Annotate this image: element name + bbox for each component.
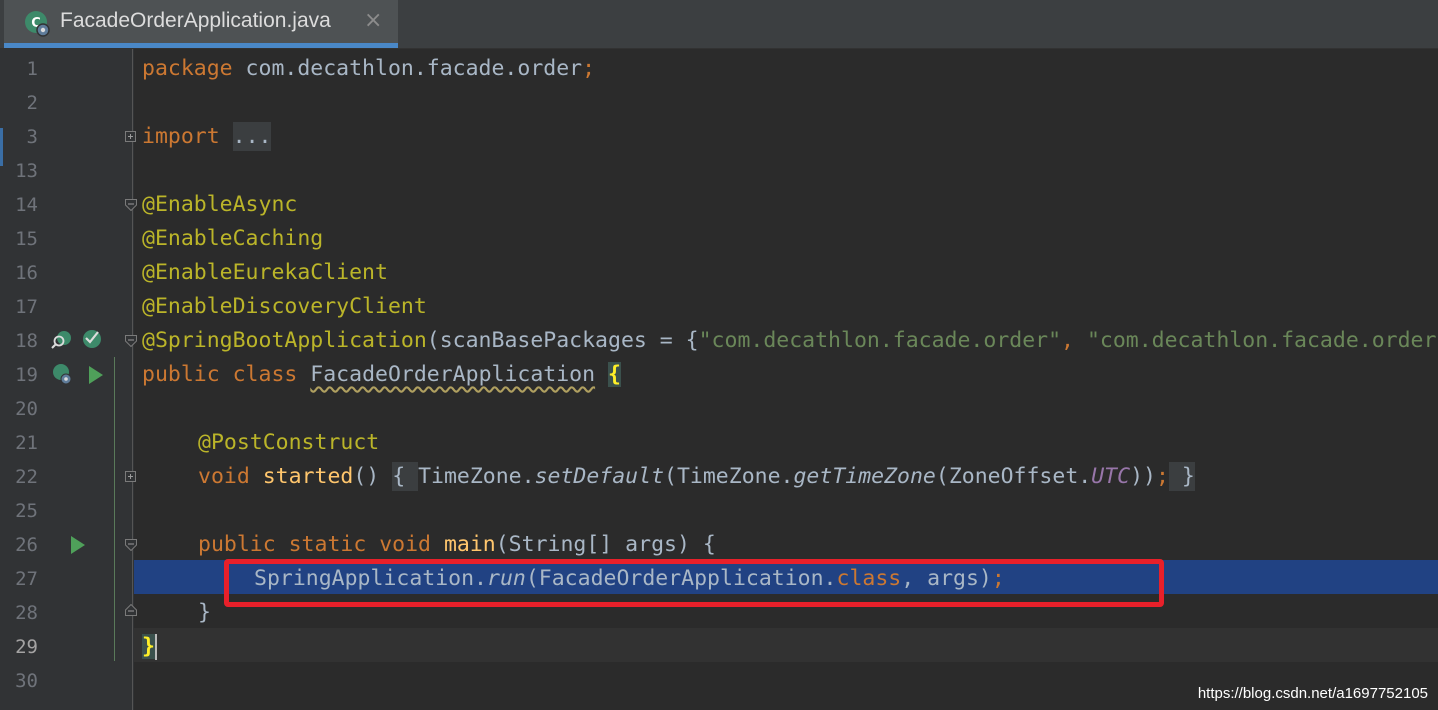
string-literal: "com.decathlon.facade.order" (698, 328, 1062, 353)
code-line-21[interactable]: @PostConstruct (198, 426, 379, 460)
keyword: import (142, 124, 220, 149)
line-number: 25 (15, 500, 38, 522)
find-usages-icon[interactable] (50, 328, 74, 352)
line-number: 2 (26, 92, 38, 114)
tab-title: FacadeOrderApplication.java (60, 9, 331, 32)
line-number: 22 (15, 466, 38, 488)
line-number: 15 (15, 228, 38, 250)
matched-brace: } (142, 634, 155, 659)
line-number: 16 (15, 262, 38, 284)
line-number: 18 (15, 330, 38, 352)
highlight-annotation-box (224, 559, 1164, 607)
line-number: 17 (15, 296, 38, 318)
code-line-14[interactable]: @EnableAsync (142, 188, 297, 222)
static-method: setDefault (534, 464, 665, 489)
fold-collapse-icon[interactable] (125, 199, 137, 211)
fold-collapse-icon[interactable] (125, 335, 137, 347)
code-text: TimeZone. (418, 464, 535, 489)
line-number: 30 (15, 670, 38, 692)
constant: UTC (1091, 464, 1131, 489)
code-text: (TimeZone. (664, 464, 794, 489)
active-tab-indicator (4, 43, 398, 48)
code-line-18[interactable]: @SpringBootApplication(scanBasePackages … (142, 324, 1436, 358)
code-line-16[interactable]: @EnableEurekaClient (142, 256, 388, 290)
text-caret (154, 634, 157, 660)
code-text: (String[] args) { (495, 532, 716, 557)
bean-check-icon[interactable] (80, 327, 104, 351)
semicolon: ; (582, 56, 596, 81)
fold-expand-icon[interactable] (125, 471, 136, 482)
run-main-icon[interactable] (66, 533, 90, 557)
code-text: (ZoneOffset. (935, 464, 1092, 489)
code-text: (scanBasePackages = { (426, 328, 699, 353)
editor-tab-bar: C FacadeOrderApplication.java × (0, 0, 1438, 49)
method-name: started (262, 464, 354, 489)
line-number-current: 29 (15, 636, 38, 658)
annotation: @SpringBootApplication (142, 328, 427, 353)
package-name: com.decathlon.facade.order (232, 56, 583, 81)
close-icon[interactable]: × (364, 8, 382, 33)
folded-brace[interactable]: { (392, 462, 419, 491)
folded-imports[interactable]: ... (232, 122, 272, 151)
comma: , (1061, 328, 1087, 353)
code-line-28[interactable]: } (198, 596, 211, 630)
code-text: )) (1130, 464, 1156, 489)
line-number: 19 (15, 364, 38, 386)
code-text: () (353, 464, 393, 489)
keyword: package (142, 56, 233, 81)
code-line-22[interactable]: void started() { TimeZone.setDefault(Tim… (198, 460, 1195, 494)
matched-brace: { (608, 362, 621, 387)
code-line-1[interactable]: package com.decathlon.facade.order; (142, 52, 595, 86)
code-line-15[interactable]: @EnableCaching (142, 222, 323, 256)
line-number: 3 (26, 126, 38, 148)
semicolon: ; (1155, 464, 1169, 489)
line-number: 13 (15, 160, 38, 182)
keyword: public static void (198, 532, 431, 557)
code-line-29[interactable]: } (142, 630, 157, 664)
line-number: 21 (15, 432, 38, 454)
spring-boot-run-config-icon[interactable] (50, 362, 74, 386)
method-name: main (443, 532, 496, 557)
caret-line (134, 628, 1438, 662)
code-line-17[interactable]: @EnableDiscoveryClient (142, 290, 427, 324)
line-number: 1 (26, 58, 38, 80)
class-name: FacadeOrderApplication (310, 362, 596, 387)
code-line-3[interactable]: import ... (142, 120, 272, 154)
code-line-26[interactable]: public static void main(String[] args) { (198, 528, 716, 562)
watermark: https://blog.csdn.net/a1697752105 (1197, 685, 1428, 702)
fold-collapse-icon[interactable] (125, 539, 137, 551)
scope-indicator (114, 357, 115, 661)
line-number: 20 (15, 398, 38, 420)
keyword: void (198, 464, 250, 489)
fold-end-icon[interactable] (125, 604, 137, 616)
fold-expand-icon[interactable] (125, 131, 136, 142)
line-number: 27 (15, 568, 38, 590)
line-number: 14 (15, 194, 38, 216)
keyword: public class (142, 362, 298, 387)
line-number: 26 (15, 534, 38, 556)
line-number: 28 (15, 602, 38, 624)
folded-brace[interactable]: } (1168, 462, 1195, 491)
code-line-19[interactable]: public class FacadeOrderApplication { (142, 358, 621, 392)
run-icon[interactable] (84, 363, 108, 387)
spring-boot-class-icon: C (25, 11, 50, 37)
string-literal: "com.decathlon.facade.order (1086, 328, 1437, 353)
static-method: getTimeZone (793, 464, 936, 489)
